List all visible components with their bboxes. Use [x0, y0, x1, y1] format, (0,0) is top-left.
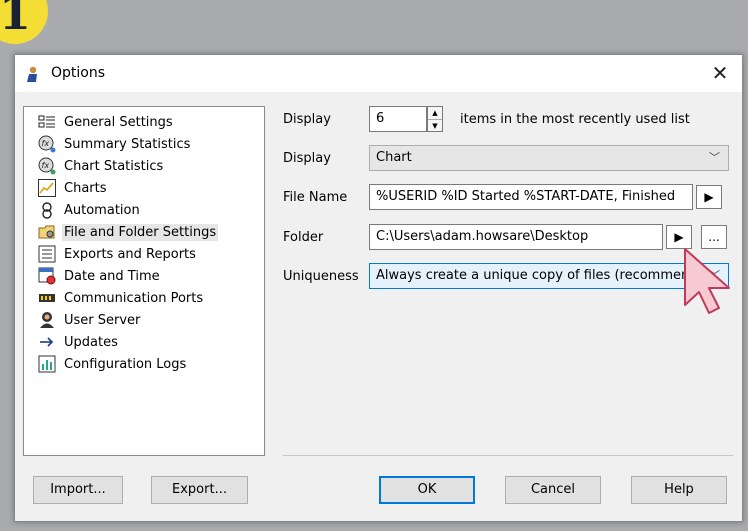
tree-item-label: Chart Statistics — [64, 158, 164, 174]
spin-down-icon[interactable]: ▼ — [428, 120, 442, 132]
folder-label: Folder — [283, 230, 324, 245]
chevron-down-icon: ﹀ — [709, 151, 720, 164]
tree-item-date-and-time[interactable]: Date and Time — [38, 265, 160, 287]
uniqueness-label: Uniqueness — [283, 269, 359, 284]
window-title: Options — [51, 65, 106, 81]
tree-item-updates[interactable]: Updates — [38, 331, 118, 353]
tree-item-summary-statistics[interactable]: fx Summary Statistics — [38, 133, 190, 155]
mru-count-input[interactable]: 6 — [369, 106, 427, 132]
tree-item-label: Date and Time — [64, 268, 160, 284]
tree-item-charts[interactable]: Charts — [38, 177, 107, 199]
options-dialog: Options ✕ General Settings fx Summary St… — [14, 54, 743, 522]
arrow-right-icon — [38, 333, 56, 351]
folder-input[interactable]: C:\Users\adam.howsare\Desktop — [369, 224, 663, 250]
app-person-icon — [27, 66, 37, 82]
general-settings-icon — [38, 113, 56, 131]
tree-item-automation[interactable]: Automation — [38, 199, 140, 221]
tree-item-label: General Settings — [64, 114, 173, 130]
settings-category-tree[interactable]: General Settings fx Summary Statistics f… — [23, 106, 265, 456]
summary-statistics-icon: fx — [38, 135, 56, 153]
tree-item-label: User Server — [64, 312, 141, 328]
tree-item-communication-ports[interactable]: Communication Ports — [38, 287, 203, 309]
tree-item-label: Configuration Logs — [64, 356, 187, 372]
tree-item-label: File and Folder Settings — [62, 223, 219, 241]
tree-item-configuration-logs[interactable]: Configuration Logs — [38, 353, 186, 375]
display-count-label: Display — [283, 112, 331, 127]
charts-icon — [38, 179, 56, 197]
divider — [283, 455, 733, 456]
tree-item-chart-statistics[interactable]: fx Chart Statistics — [38, 155, 163, 177]
tree-item-label: Updates — [64, 334, 118, 350]
calendar-icon — [38, 267, 56, 285]
tree-item-label: Communication Ports — [64, 290, 204, 306]
svg-text:fx: fx — [42, 139, 50, 148]
tree-item-label: Charts — [64, 180, 107, 196]
help-button[interactable]: Help — [631, 476, 727, 504]
folder-insert-button[interactable]: ▶ — [666, 225, 692, 249]
import-button[interactable]: Import... — [33, 476, 123, 504]
title-bar: Options ✕ — [15, 55, 742, 92]
uniqueness-value: Always create a unique copy of files (re… — [376, 268, 713, 283]
tree-item-label: Exports and Reports — [64, 246, 196, 262]
export-button[interactable]: Export... — [151, 476, 248, 504]
folder-settings-icon — [38, 223, 56, 241]
mru-count-spinner[interactable]: ▲ ▼ — [427, 106, 443, 132]
automation-icon — [38, 201, 56, 219]
exports-icon — [38, 245, 56, 263]
mru-suffix-text: items in the most recently used list — [460, 112, 690, 127]
tree-item-label: Summary Statistics — [64, 136, 191, 152]
config-logs-icon — [38, 355, 56, 373]
cancel-button[interactable]: Cancel — [505, 476, 601, 504]
tree-item-exports-and-reports[interactable]: Exports and Reports — [38, 243, 196, 265]
play-arrow-icon: ▶ — [704, 190, 714, 204]
tree-item-user-server[interactable]: User Server — [38, 309, 140, 331]
display-mode-label: Display — [283, 151, 331, 166]
step-number-badge: 1 — [0, 0, 48, 44]
uniqueness-select[interactable]: Always create a unique copy of files (re… — [369, 263, 729, 289]
svg-text:fx: fx — [42, 161, 50, 170]
tree-item-file-and-folder-settings[interactable]: File and Folder Settings — [38, 221, 219, 243]
tree-item-general-settings[interactable]: General Settings — [38, 111, 173, 133]
file-name-insert-button[interactable]: ▶ — [696, 185, 722, 209]
ok-button[interactable]: OK — [379, 476, 475, 504]
tree-item-label: Automation — [64, 202, 140, 218]
pointer-cursor-icon — [684, 248, 730, 314]
play-arrow-icon: ▶ — [674, 230, 684, 244]
user-server-icon — [38, 311, 56, 329]
folder-browse-button[interactable]: ... — [701, 225, 727, 249]
display-mode-value: Chart — [376, 150, 412, 165]
display-mode-select[interactable]: Chart ﹀ — [369, 145, 729, 171]
spin-up-icon[interactable]: ▲ — [428, 107, 442, 120]
ports-icon — [38, 289, 56, 307]
file-name-input[interactable]: %USERID %ID Started %START-DATE, Finishe… — [369, 184, 693, 210]
close-icon[interactable]: ✕ — [708, 60, 732, 86]
file-name-label: File Name — [283, 190, 348, 205]
chart-statistics-icon: fx — [38, 157, 56, 175]
